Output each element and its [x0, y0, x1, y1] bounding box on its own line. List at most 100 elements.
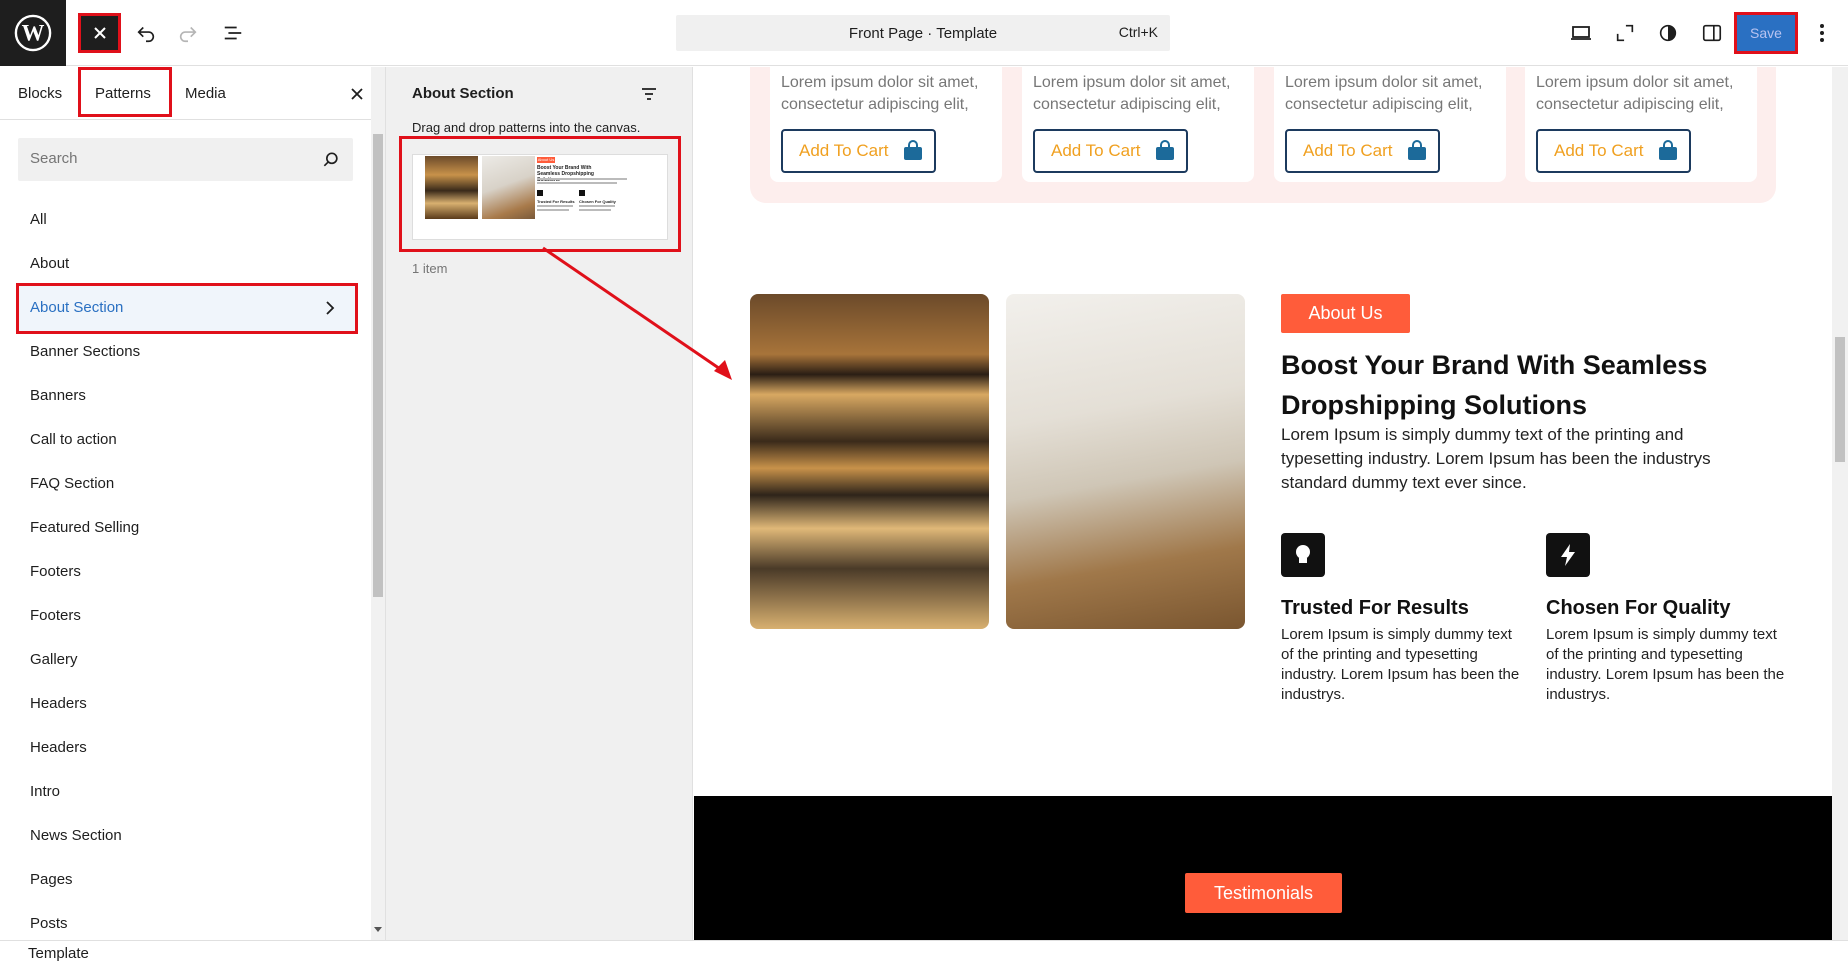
- thumb-heading: Boost Your Brand With Seamless Dropshipp…: [537, 165, 594, 183]
- search-input[interactable]: [30, 150, 290, 167]
- status-bar: Template: [0, 940, 1848, 966]
- thumb-feature-icon: [537, 190, 543, 196]
- product-card-text: Lorem ipsum dolor sit amet, consectetur …: [781, 74, 979, 113]
- category-pages[interactable]: Pages: [30, 871, 73, 888]
- save-button[interactable]: Save: [1734, 12, 1798, 54]
- chevron-right-icon: [326, 301, 335, 315]
- settings-sidebar-button[interactable]: [1692, 13, 1732, 53]
- sidebar-scrollbar-thumb[interactable]: [373, 134, 383, 597]
- product-card: Lorem ipsum dolor sit amet, consectetur …: [1022, 67, 1254, 182]
- list-view-icon: [224, 26, 242, 40]
- category-banners[interactable]: Banners: [30, 387, 86, 404]
- inserter-tabs: Blocks Patterns Media: [0, 67, 386, 120]
- search-icon[interactable]: [321, 150, 341, 170]
- thumb-text-line: [579, 205, 615, 207]
- wordpress-logo-icon[interactable]: W: [0, 0, 66, 66]
- drag-arrow-annotation: [542, 246, 732, 380]
- zoom-out-button[interactable]: [1605, 13, 1645, 53]
- pattern-count: 1 item: [412, 261, 448, 276]
- add-to-cart-button[interactable]: Add To Cart: [1285, 129, 1440, 173]
- pattern-panel-hint: Drag and drop patterns into the canvas.: [412, 120, 641, 135]
- thumb-feature-2-title: Chosen For Quality: [579, 199, 616, 204]
- expand-icon: [1616, 24, 1634, 42]
- add-to-cart-label: Add To Cart: [1051, 141, 1141, 160]
- tab-patterns[interactable]: Patterns: [95, 67, 151, 120]
- redo-button[interactable]: [168, 13, 208, 53]
- feature-1-text[interactable]: Lorem Ipsum is simply dummy text of the …: [1281, 625, 1521, 705]
- category-all[interactable]: All: [30, 211, 47, 228]
- search-box: [18, 138, 353, 181]
- category-news-section[interactable]: News Section: [30, 827, 122, 844]
- testimonials-section: Testimonials: [694, 796, 1832, 940]
- about-room-image[interactable]: [1006, 294, 1245, 629]
- shopping-bag-icon: [1156, 140, 1174, 160]
- preview-device-button[interactable]: [1561, 13, 1601, 53]
- category-headers-2[interactable]: Headers: [30, 739, 87, 756]
- shopping-bag-icon: [1408, 140, 1426, 160]
- canvas-scrollbar[interactable]: [1832, 67, 1848, 940]
- tab-media[interactable]: Media: [185, 67, 226, 120]
- block-inserter-panel: Blocks Patterns Media All About About Se…: [0, 67, 386, 940]
- category-posts[interactable]: Posts: [30, 915, 68, 932]
- redo-icon: [179, 26, 197, 43]
- about-heading[interactable]: Boost Your Brand With Seamless Dropshipp…: [1281, 345, 1741, 425]
- thumb-bookshelf-image: [425, 156, 478, 219]
- category-gallery[interactable]: Gallery: [30, 651, 78, 668]
- category-intro[interactable]: Intro: [30, 783, 60, 800]
- tab-blocks[interactable]: Blocks: [18, 67, 62, 120]
- category-featured-selling[interactable]: Featured Selling: [30, 519, 139, 536]
- close-panel-button[interactable]: [350, 67, 364, 120]
- shortcut-hint: Ctrl+K: [1118, 24, 1158, 40]
- filter-icon[interactable]: [640, 85, 658, 103]
- category-banner-sections[interactable]: Banner Sections: [30, 343, 140, 360]
- desktop-icon: [1571, 26, 1591, 40]
- canvas-scrollbar-thumb[interactable]: [1835, 337, 1845, 462]
- category-call-to-action[interactable]: Call to action: [30, 431, 117, 448]
- svg-text:W: W: [22, 21, 45, 46]
- shopping-bag-icon: [1659, 140, 1677, 160]
- command-palette-bar[interactable]: Front Page · Template Ctrl+K: [676, 15, 1170, 51]
- thumb-room-image: [482, 156, 535, 219]
- more-vertical-icon: [1820, 24, 1824, 42]
- options-menu-button[interactable]: [1802, 13, 1842, 53]
- add-to-cart-button[interactable]: Add To Cart: [781, 129, 936, 173]
- about-description[interactable]: Lorem Ipsum is simply dummy text of the …: [1281, 423, 1751, 495]
- editor-canvas[interactable]: Lorem ipsum dolor sit amet, consectetur …: [694, 67, 1832, 940]
- feature-1-title[interactable]: Trusted For Results: [1281, 597, 1469, 620]
- breadcrumb[interactable]: Template: [28, 945, 89, 962]
- category-footers[interactable]: Footers: [30, 563, 81, 580]
- add-to-cart-button[interactable]: Add To Cart: [1033, 129, 1188, 173]
- thumb-text-line: [537, 209, 569, 211]
- contrast-icon: [1659, 24, 1677, 42]
- category-about-section[interactable]: About Section: [16, 283, 358, 334]
- pattern-preview-card[interactable]: About Us Boost Your Brand With Seamless …: [412, 154, 668, 240]
- product-card: Lorem ipsum dolor sit amet, consectetur …: [1525, 67, 1757, 182]
- thumb-feature-icon: [579, 190, 585, 196]
- thumb-text-line: [579, 209, 611, 211]
- close-icon: [351, 87, 363, 100]
- feature-2-text[interactable]: Lorem Ipsum is simply dummy text of the …: [1546, 625, 1786, 705]
- add-to-cart-button[interactable]: Add To Cart: [1536, 129, 1691, 173]
- editor-header: W Front Page · Template Ctrl+K Save: [0, 0, 1848, 66]
- category-about[interactable]: About: [30, 255, 69, 272]
- styles-button[interactable]: [1648, 13, 1688, 53]
- product-card: Lorem ipsum dolor sit amet, consectetur …: [1274, 67, 1506, 182]
- category-headers[interactable]: Headers: [30, 695, 87, 712]
- testimonials-badge[interactable]: Testimonials: [1185, 873, 1342, 913]
- lightning-icon: [1546, 533, 1590, 577]
- category-footers-2[interactable]: Footers: [30, 607, 81, 624]
- close-inserter-button[interactable]: [78, 13, 121, 53]
- about-us-badge[interactable]: About Us: [1281, 294, 1410, 333]
- lightbulb-icon: [1281, 533, 1325, 577]
- pattern-panel-title: About Section: [412, 85, 514, 102]
- feature-2-title[interactable]: Chosen For Quality: [1546, 597, 1730, 620]
- product-card: Lorem ipsum dolor sit amet, consectetur …: [770, 67, 1002, 182]
- category-faq-section[interactable]: FAQ Section: [30, 475, 114, 492]
- document-overview-button[interactable]: [213, 13, 253, 53]
- category-about-section-label: About Section: [30, 299, 124, 316]
- sidebar-icon: [1702, 24, 1722, 42]
- thumb-text-line: [537, 205, 573, 207]
- undo-button[interactable]: [126, 13, 166, 53]
- scroll-down-arrow-icon[interactable]: [373, 924, 383, 934]
- about-bookshelf-image[interactable]: [750, 294, 989, 629]
